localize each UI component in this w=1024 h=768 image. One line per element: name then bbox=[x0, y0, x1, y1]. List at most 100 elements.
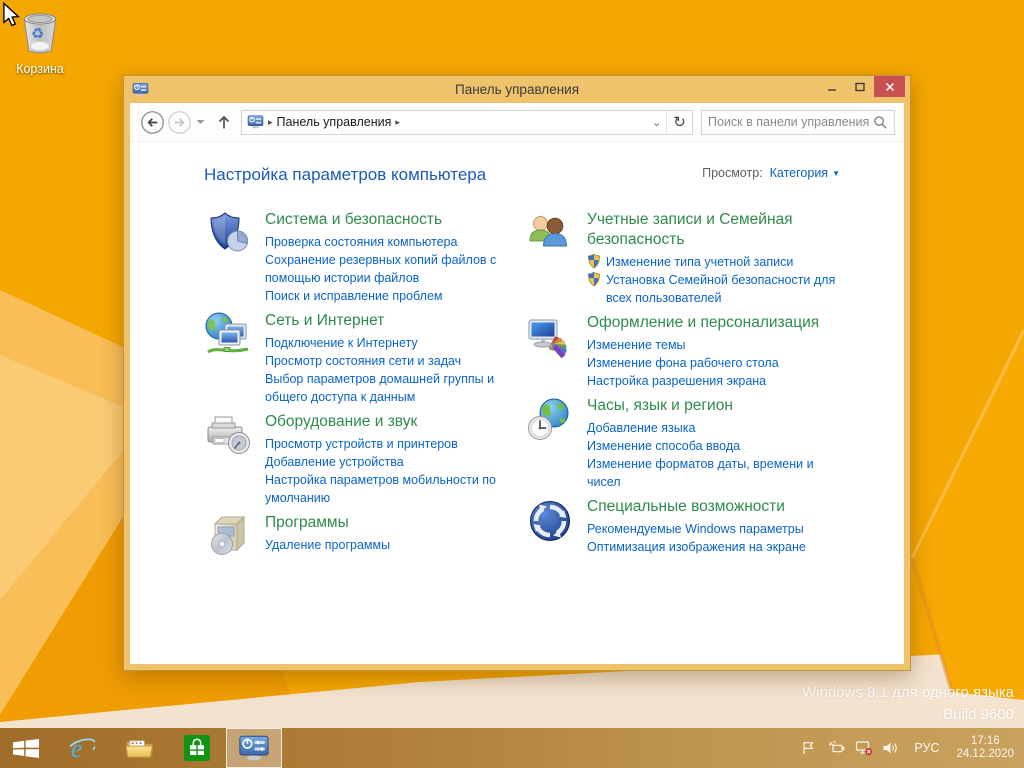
category-body: Программы Удаление программы bbox=[265, 513, 505, 561]
programs-icon[interactable] bbox=[204, 513, 252, 561]
category-title[interactable]: Учетные записи и Семейная безопасность bbox=[587, 210, 842, 250]
category-title[interactable]: Система и безопасность bbox=[265, 210, 442, 230]
category-link[interactable]: Просмотр состояния сети и задач bbox=[265, 352, 505, 370]
refresh-icon[interactable]: ↻ bbox=[666, 110, 692, 134]
language-indicator[interactable]: РУС bbox=[914, 741, 939, 755]
taskbar-start-button[interactable] bbox=[0, 728, 52, 768]
file-explorer-icon bbox=[125, 737, 154, 760]
volume-icon[interactable] bbox=[882, 740, 900, 756]
taskbar-store-button[interactable] bbox=[168, 728, 226, 768]
category-section: Учетные записи и Семейная безопасность Из… bbox=[526, 210, 866, 307]
category-body: Учетные записи и Семейная безопасность Из… bbox=[587, 210, 842, 307]
internet-explorer-icon: e bbox=[68, 735, 95, 762]
category-link[interactable]: Настройка разрешения экрана bbox=[587, 372, 842, 390]
power-icon[interactable] bbox=[828, 740, 846, 756]
category-link[interactable]: Проверка состояния компьютера bbox=[265, 233, 505, 251]
category-title[interactable]: Часы, язык и регион bbox=[587, 396, 733, 416]
recycle-bin-label: Корзина bbox=[16, 62, 64, 76]
view-by-dropdown[interactable]: Категория ▼ bbox=[770, 166, 840, 180]
category-section: Сеть и Интернет Подключение к Интернету Пр… bbox=[204, 311, 526, 406]
tray-time: 17:16 bbox=[970, 735, 1000, 747]
minimize-button[interactable] bbox=[818, 76, 846, 97]
category-section: Специальные возможности Рекомендуемые Win… bbox=[526, 497, 866, 556]
cursor-arrow-icon bbox=[2, 1, 22, 34]
titlebar[interactable]: Панель управления bbox=[124, 76, 910, 103]
taskbar-file-explorer-button[interactable] bbox=[110, 728, 168, 768]
category-link-text: Изменение типа учетной записи bbox=[606, 255, 794, 269]
action-center-flag-icon[interactable] bbox=[801, 740, 819, 756]
address-bar[interactable]: ▸ Панель управления ▸ ⌄ ↻ bbox=[241, 109, 693, 135]
appearance-icon[interactable] bbox=[526, 313, 574, 361]
desktop: ♻ Корзина Windows 8.1 для одного языка B… bbox=[0, 0, 1024, 768]
network-internet-icon[interactable] bbox=[204, 311, 252, 359]
category-body: Сеть и Интернет Подключение к Интернету Пр… bbox=[265, 311, 505, 406]
watermark-build: Build 9600 bbox=[943, 706, 1014, 723]
category-link[interactable]: Изменение форматов даты, времени и чисел bbox=[587, 455, 842, 491]
category-body: Оборудование и звук Просмотр устройств и … bbox=[265, 412, 505, 507]
recent-pages-dropdown[interactable] bbox=[193, 119, 208, 125]
chevron-down-icon: ▼ bbox=[832, 168, 840, 178]
svg-text:♻: ♻ bbox=[31, 25, 44, 42]
category-section: Система и безопасность Проверка состояния… bbox=[204, 210, 526, 305]
window-client-area: ▸ Панель управления ▸ ⌄ ↻ Настройка пара… bbox=[130, 103, 904, 664]
category-body: Часы, язык и регион Добавление языка Измен… bbox=[587, 396, 842, 491]
breadcrumb[interactable]: Панель управления bbox=[277, 115, 392, 129]
category-section: Часы, язык и регион Добавление языка Измен… bbox=[526, 396, 866, 491]
category-link[interactable]: Выбор параметров домашней группы и общег… bbox=[265, 370, 505, 406]
category-link-text: Установка Семейной безопасности для всех… bbox=[606, 273, 836, 305]
category-link[interactable]: Подключение к Интернету bbox=[265, 334, 505, 352]
breadcrumb-chevron-icon[interactable]: ▸ bbox=[395, 117, 400, 128]
maximize-button[interactable] bbox=[846, 76, 874, 97]
taskbar-internet-explorer-button[interactable]: e bbox=[52, 728, 110, 768]
category-title[interactable]: Сеть и Интернет bbox=[265, 311, 384, 331]
category-title[interactable]: Специальные возможности bbox=[587, 497, 785, 517]
category-link[interactable]: Оптимизация изображения на экране bbox=[587, 538, 842, 556]
category-link[interactable]: Удаление программы bbox=[265, 536, 505, 554]
category-title[interactable]: Программы bbox=[265, 513, 349, 533]
watermark-edition: Windows 8.1 для одного языка bbox=[802, 684, 1014, 701]
search-box[interactable] bbox=[701, 109, 895, 135]
category-link[interactable]: Сохранение резервных копий файлов с помо… bbox=[265, 251, 505, 287]
category-link[interactable]: Добавление устройства bbox=[265, 453, 505, 471]
category-section: Оформление и персонализация Изменение тем… bbox=[526, 313, 866, 390]
category-title[interactable]: Оборудование и звук bbox=[265, 412, 417, 432]
category-link[interactable]: Изменение темы bbox=[587, 336, 842, 354]
control-panel-icon bbox=[238, 735, 270, 761]
clock-region-icon[interactable] bbox=[526, 396, 574, 444]
category-link[interactable]: Настройка параметров мобильности по умол… bbox=[265, 471, 505, 507]
system-security-icon[interactable] bbox=[204, 210, 252, 258]
back-button[interactable] bbox=[140, 110, 165, 135]
category-title[interactable]: Оформление и персонализация bbox=[587, 313, 819, 333]
hardware-sound-icon[interactable] bbox=[204, 412, 252, 460]
user-accounts-icon[interactable] bbox=[526, 210, 574, 258]
build-watermark: Windows 8.1 для одного языка Build 9600 bbox=[802, 682, 1014, 726]
taskbar: e РУС 17:16 24.12.2020 bbox=[0, 728, 1024, 768]
category-link[interactable]: Установка Семейной безопасности для всех… bbox=[587, 271, 842, 307]
up-button[interactable] bbox=[215, 113, 233, 131]
category-link[interactable]: Изменение способа ввода bbox=[587, 437, 842, 455]
category-link[interactable]: Просмотр устройств и принтеров bbox=[265, 435, 505, 453]
categories-left-column: Система и безопасность Проверка состояния… bbox=[204, 210, 526, 567]
search-icon[interactable] bbox=[873, 115, 888, 130]
close-button[interactable] bbox=[874, 76, 905, 97]
tray-clock[interactable]: 17:16 24.12.2020 bbox=[956, 735, 1014, 761]
category-link[interactable]: Изменение фона рабочего стола bbox=[587, 354, 842, 372]
category-link[interactable]: Поиск и исправление проблем bbox=[265, 287, 505, 305]
category-link[interactable]: Добавление языка bbox=[587, 419, 842, 437]
category-section: Программы Удаление программы bbox=[204, 513, 526, 561]
ease-of-access-icon[interactable] bbox=[526, 497, 574, 545]
address-dropdown-icon[interactable]: ⌄ bbox=[646, 115, 666, 130]
category-link[interactable]: Изменение типа учетной записи bbox=[587, 253, 842, 271]
system-tray: РУС 17:16 24.12.2020 bbox=[801, 728, 1024, 768]
view-by-control: Просмотр: Категория ▼ bbox=[702, 166, 840, 180]
view-by-label: Просмотр: bbox=[702, 166, 763, 180]
control-panel-window: Панель управления ▸ Панель управления ▸ … bbox=[123, 75, 911, 671]
network-status-icon[interactable] bbox=[855, 740, 873, 756]
search-input[interactable] bbox=[708, 115, 873, 129]
category-link[interactable]: Рекомендуемые Windows параметры bbox=[587, 520, 842, 538]
taskbar-control-panel-button[interactable] bbox=[226, 728, 282, 768]
forward-button[interactable] bbox=[167, 110, 192, 135]
breadcrumb-chevron-icon[interactable]: ▸ bbox=[268, 117, 273, 128]
category-body: Специальные возможности Рекомендуемые Win… bbox=[587, 497, 842, 556]
recycle-bin-icon[interactable]: ♻ bbox=[17, 13, 63, 60]
